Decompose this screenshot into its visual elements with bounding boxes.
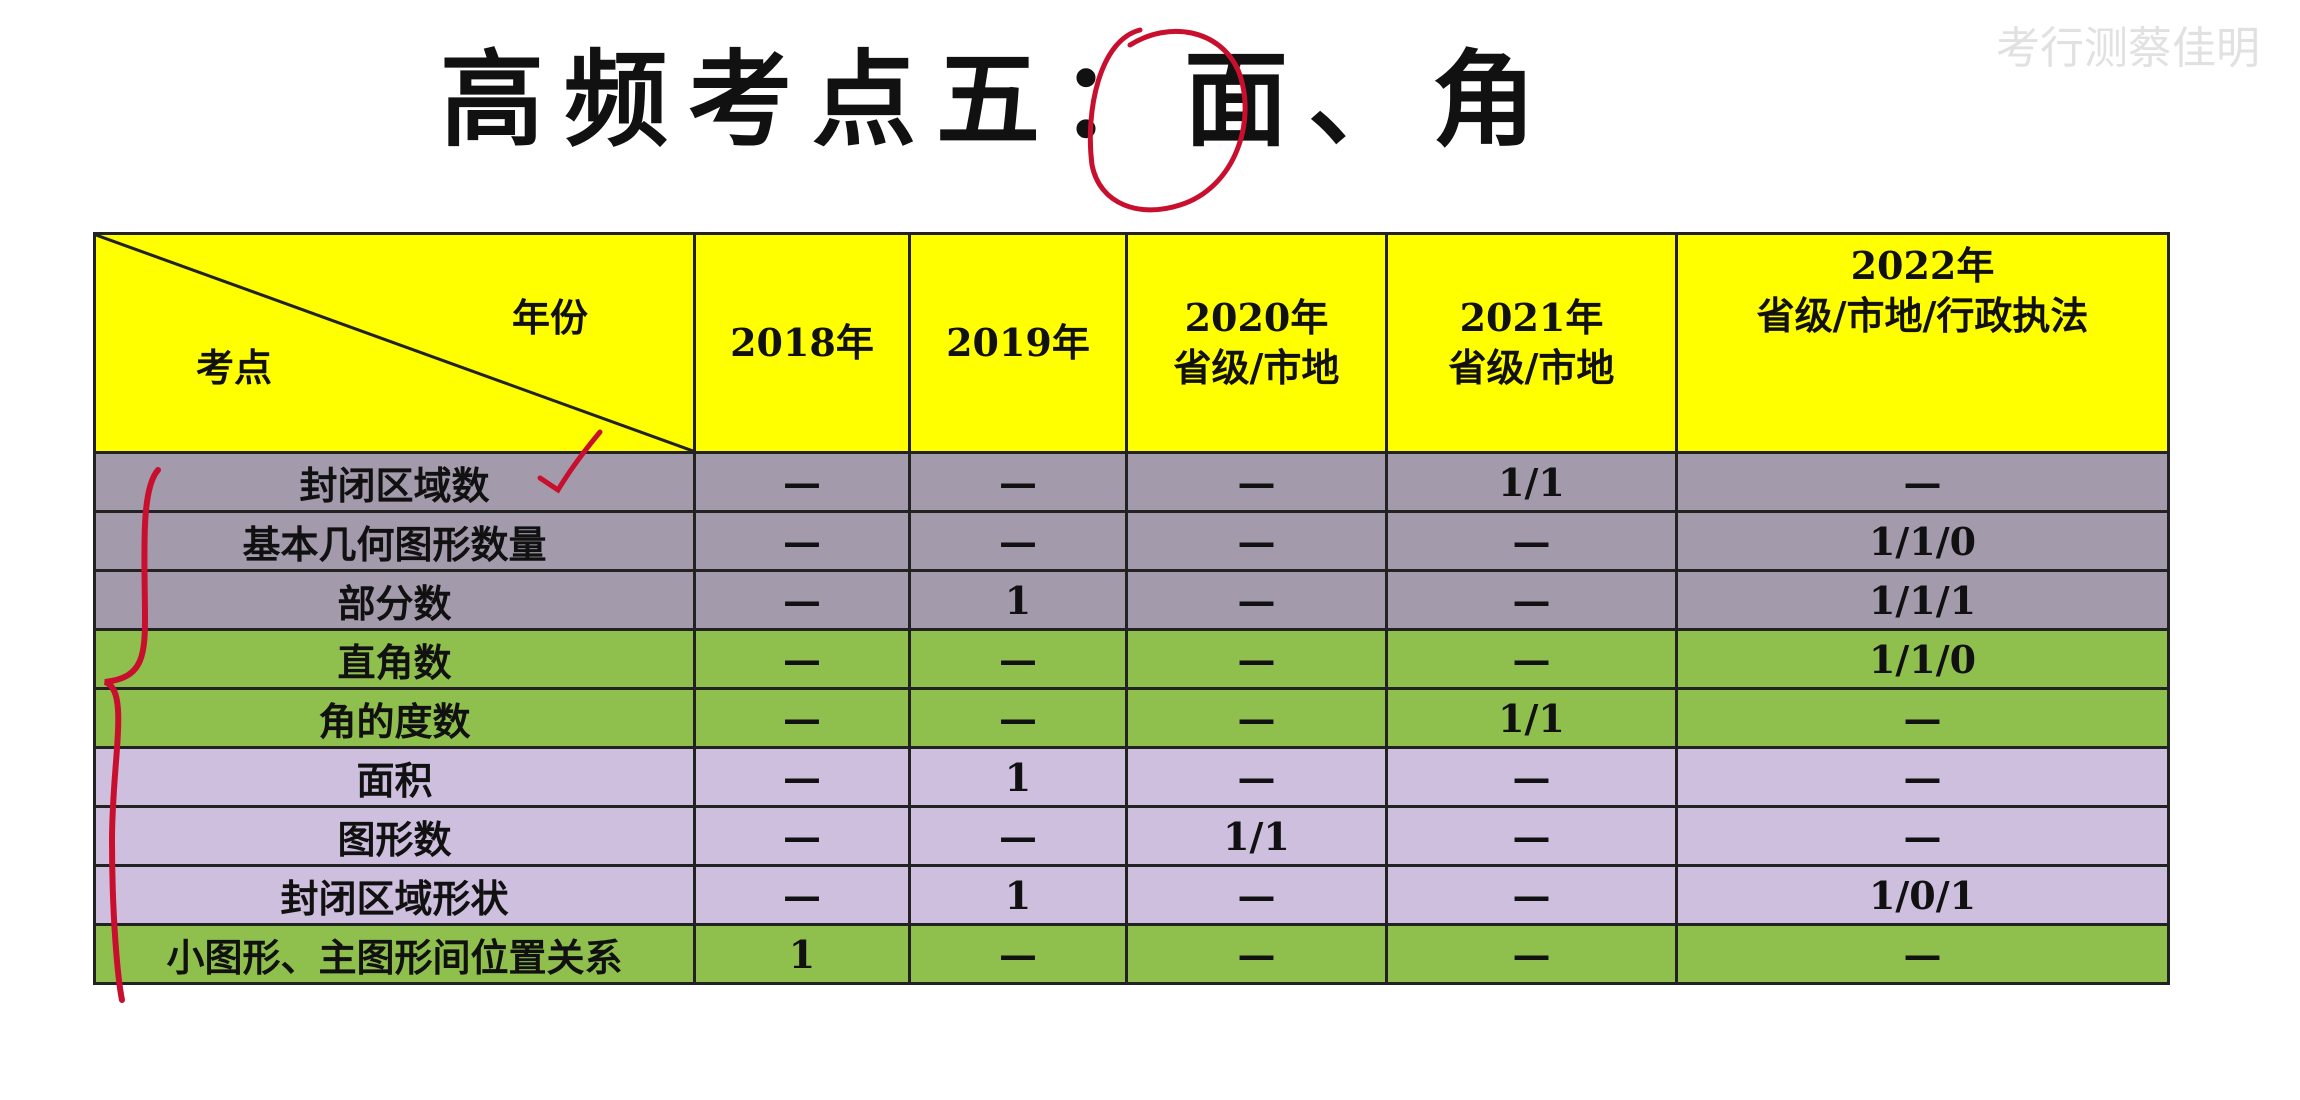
table-row: 面积 — 1 — — —: [93, 746, 2170, 808]
topic-cell: 基本几何图形数量: [93, 510, 696, 572]
table-cell: 1/1: [1385, 451, 1678, 513]
topic-cell: 直角数: [93, 628, 696, 690]
topic-cell: 部分数: [93, 569, 696, 631]
table-cell: —: [693, 510, 911, 572]
column-header-line1: 2021年: [1459, 295, 1604, 340]
column-header-line2: 省级/市地/行政执法: [1756, 293, 2089, 338]
table-cell: —: [1385, 510, 1678, 572]
column-header: 2021年 省级/市地: [1385, 232, 1678, 454]
exam-topics-table: 年份 考点 2018年 2019年 2020年 省级/市地 2021年 省级/市…: [93, 232, 2170, 985]
header-row: 年份 考点 2018年 2019年 2020年 省级/市地 2021年 省级/市…: [93, 232, 2170, 454]
table-row: 直角数 — — — — 1/1/0: [93, 628, 2170, 690]
column-header-line1: 2022年: [1850, 243, 1995, 288]
table-cell: —: [1125, 628, 1388, 690]
table-cell: —: [1675, 746, 2170, 808]
diagonal-divider: [96, 235, 693, 451]
table-cell: 1/0/1: [1675, 864, 2170, 926]
table-row: 小图形、主图形间位置关系 1 — — — —: [93, 923, 2170, 985]
table-cell: —: [693, 805, 911, 867]
column-header: 2022年 省级/市地/行政执法: [1675, 232, 2170, 454]
column-header: 2019年: [908, 232, 1128, 454]
table-cell: —: [908, 805, 1128, 867]
column-header-line2: 省级/市地: [1448, 345, 1615, 390]
table-row: 图形数 — — 1/1 — —: [93, 805, 2170, 867]
table-cell: —: [908, 510, 1128, 572]
table-row: 角的度数 — — — 1/1 —: [93, 687, 2170, 749]
table-cell: —: [1125, 746, 1388, 808]
table-cell: —: [908, 687, 1128, 749]
table-cell: —: [1125, 451, 1388, 513]
topic-cell: 角的度数: [93, 687, 696, 749]
table-cell: —: [693, 569, 911, 631]
table-cell: —: [1385, 864, 1678, 926]
table-cell: —: [693, 628, 911, 690]
table-cell: 1: [908, 864, 1128, 926]
table-cell: —: [693, 864, 911, 926]
table-cell: —: [1385, 746, 1678, 808]
table-cell: —: [1125, 510, 1388, 572]
corner-header-cell: 年份 考点: [93, 232, 696, 454]
table-cell: —: [693, 687, 911, 749]
slide: 高频考点五：面、角 考行测蔡佳明 年份 考点 2018年 2019年 2020年…: [0, 0, 2300, 1100]
column-header: 2020年 省级/市地: [1125, 232, 1388, 454]
table-cell: —: [1385, 923, 1678, 985]
watermark: 考行测蔡佳明: [1996, 23, 2260, 74]
column-header: 2018年: [693, 232, 911, 454]
year-label: 年份: [511, 295, 588, 340]
table-cell: 1/1: [1385, 687, 1678, 749]
table-cell: 1: [908, 746, 1128, 808]
table-cell: —: [1385, 805, 1678, 867]
table-row: 基本几何图形数量 — — — — 1/1/0: [93, 510, 2170, 572]
column-header-line1: 2018年: [730, 320, 874, 365]
table-cell: 1: [908, 569, 1128, 631]
table-row: 部分数 — 1 — — 1/1/1: [93, 569, 2170, 631]
table-cell: —: [1385, 628, 1678, 690]
topic-cell: 面积: [93, 746, 696, 808]
table-cell: —: [1675, 687, 2170, 749]
table-cell: —: [693, 451, 911, 513]
column-header-line1: 2019年: [946, 320, 1090, 365]
page-title: 高频考点五：面、角: [440, 39, 1557, 161]
table-cell: —: [1675, 451, 2170, 513]
table-cell: 1/1/1: [1675, 569, 2170, 631]
table-cell: 1: [693, 923, 911, 985]
table-cell: 1/1: [1125, 805, 1388, 867]
table-cell: —: [1125, 864, 1388, 926]
table-cell: —: [908, 923, 1128, 985]
topic-label: 考点: [196, 345, 273, 390]
table-cell: —: [908, 451, 1128, 513]
table-cell: —: [1385, 569, 1678, 631]
topic-cell: 图形数: [93, 805, 696, 867]
table-cell: 1/1/0: [1675, 628, 2170, 690]
table-cell: 1/1/0: [1675, 510, 2170, 572]
table-cell: —: [1675, 923, 2170, 985]
table-cell: —: [1675, 805, 2170, 867]
topic-cell: 小图形、主图形间位置关系: [93, 923, 696, 985]
table-cell: —: [693, 746, 911, 808]
column-header-line1: 2020年: [1184, 295, 1329, 340]
table-cell: —: [1125, 569, 1388, 631]
topic-cell: 封闭区域数: [93, 451, 696, 513]
table-row: 封闭区域数 — — — 1/1 —: [93, 451, 2170, 513]
table-cell: —: [1125, 687, 1388, 749]
table-row: 封闭区域形状 — 1 — — 1/0/1: [93, 864, 2170, 926]
table-cell: —: [908, 628, 1128, 690]
column-header-line2: 省级/市地: [1173, 345, 1340, 390]
table-cell: —: [1125, 923, 1388, 985]
topic-cell: 封闭区域形状: [93, 864, 696, 926]
